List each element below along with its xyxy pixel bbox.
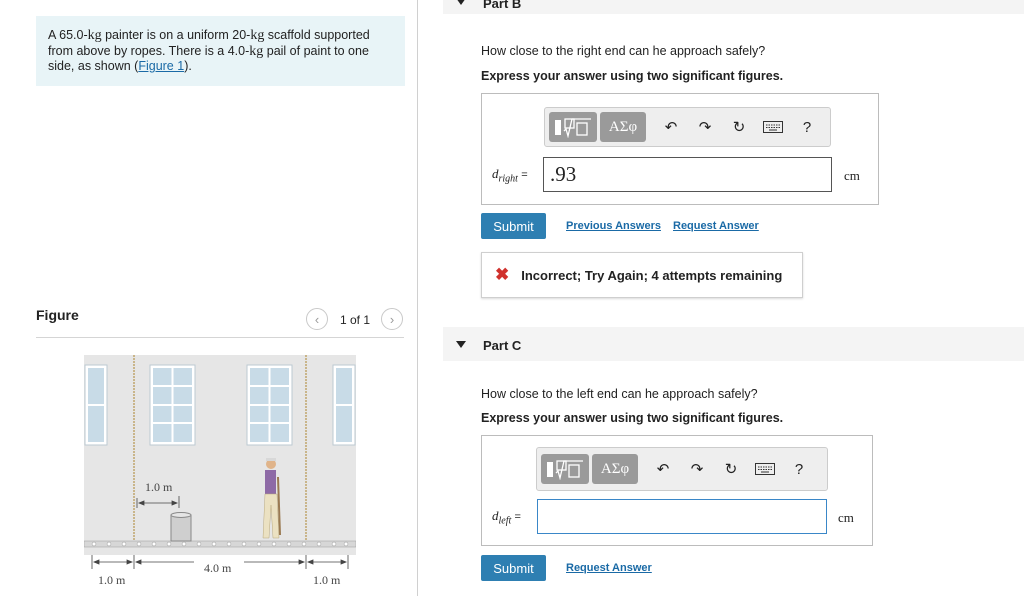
request-answer-link[interactable]: Request Answer	[566, 562, 652, 574]
variable-label: dleft =	[492, 508, 521, 527]
help-button[interactable]: ?	[784, 454, 814, 484]
part-c-label: Part C	[483, 338, 522, 353]
redo-icon: ↷	[690, 461, 704, 478]
keyboard-button[interactable]	[750, 454, 780, 484]
part-c-instruction: Express your answer using two significan…	[481, 411, 784, 425]
greek-symbols-icon: ΑΣφ	[600, 460, 630, 477]
undo-icon: ↶	[664, 119, 678, 136]
part-b-answer-box: ΑΣφ ↶ ↷ ↻ ? dright = .93 cm	[481, 93, 879, 205]
figure-divider	[36, 337, 404, 338]
previous-answers-link[interactable]: Previous Answers	[566, 220, 661, 232]
dimension-right-label: 1.0 m	[313, 573, 341, 587]
column-divider	[417, 0, 418, 596]
templates-icon	[547, 460, 583, 480]
part-c-question: How close to the left end can he approac…	[481, 387, 758, 401]
part-c-answer-box: ΑΣφ ↶ ↷ ↻ ? dleft = cm	[481, 435, 873, 546]
window	[246, 364, 293, 446]
math-toolbar: ΑΣφ ↶ ↷ ↻ ?	[544, 107, 831, 147]
greek-symbols-icon: ΑΣφ	[608, 118, 638, 135]
window	[84, 364, 108, 446]
part-b-question: How close to the right end can he approa…	[481, 44, 766, 58]
dimension-left-label: 1.0 m	[98, 573, 126, 587]
variable-label: dright =	[492, 166, 528, 185]
submit-button[interactable]: Submit	[481, 213, 546, 239]
window	[149, 364, 196, 446]
undo-button[interactable]: ↶	[648, 454, 678, 484]
problem-text: A 65.0-kg painter is on a uniform 20-kg …	[48, 28, 370, 73]
figure-link[interactable]: Figure 1	[138, 59, 184, 73]
undo-button[interactable]: ↶	[656, 112, 686, 142]
help-icon: ?	[802, 118, 812, 136]
part-c-header[interactable]: Part C	[443, 327, 1024, 361]
scaffold-figure: 1.0 m 4.0 m 1.0 m 1.0 m	[84, 355, 356, 587]
redo-button[interactable]: ↷	[690, 112, 720, 142]
help-icon: ?	[794, 460, 804, 478]
keyboard-icon	[763, 121, 783, 133]
greek-symbols-button[interactable]: ΑΣφ	[592, 454, 638, 484]
templates-button[interactable]	[549, 112, 597, 142]
x-icon: ✖	[495, 265, 510, 284]
collapse-triangle-icon	[456, 0, 466, 5]
window	[332, 364, 356, 446]
greek-symbols-button[interactable]: ΑΣφ	[600, 112, 646, 142]
request-answer-link[interactable]: Request Answer	[673, 220, 759, 232]
answer-input[interactable]: .93	[543, 157, 832, 192]
part-b-header[interactable]: Part B	[443, 0, 1024, 14]
reset-icon: ↻	[732, 119, 746, 136]
redo-icon: ↷	[698, 119, 712, 136]
templates-icon	[555, 118, 591, 138]
redo-button[interactable]: ↷	[682, 454, 712, 484]
collapse-triangle-icon	[456, 341, 466, 348]
part-b-instruction: Express your answer using two significan…	[481, 69, 784, 83]
help-button[interactable]: ?	[792, 112, 822, 142]
keyboard-icon	[755, 463, 775, 475]
templates-button[interactable]	[541, 454, 589, 484]
unit-label: cm	[844, 168, 860, 183]
answer-input[interactable]	[537, 499, 827, 534]
dimension-middle-label: 4.0 m	[204, 561, 232, 575]
figure-title: Figure	[36, 307, 79, 323]
chevron-right-icon: ›	[389, 311, 395, 327]
wall	[84, 355, 356, 555]
keyboard-button[interactable]	[758, 112, 788, 142]
figure-prev-button[interactable]: ‹	[306, 308, 328, 330]
problem-statement: A 65.0-kg painter is on a uniform 20-kg …	[36, 16, 405, 86]
reset-icon: ↻	[724, 461, 738, 478]
figure-pager: 1 of 1	[340, 313, 371, 327]
dimension-pail-label: 1.0 m	[145, 480, 173, 494]
reset-button[interactable]: ↻	[724, 112, 754, 142]
reset-button[interactable]: ↻	[716, 454, 746, 484]
math-toolbar: ΑΣφ ↶ ↷ ↻ ?	[536, 447, 828, 491]
undo-icon: ↶	[656, 461, 670, 478]
unit-label: cm	[838, 510, 854, 525]
part-b-label: Part B	[483, 0, 522, 11]
paint-pail	[170, 512, 192, 542]
feedback-message: ✖ Incorrect; Try Again; 4 attempts remai…	[481, 252, 803, 298]
chevron-left-icon: ‹	[314, 311, 320, 327]
submit-button[interactable]: Submit	[481, 555, 546, 581]
figure-next-button[interactable]: ›	[381, 308, 403, 330]
